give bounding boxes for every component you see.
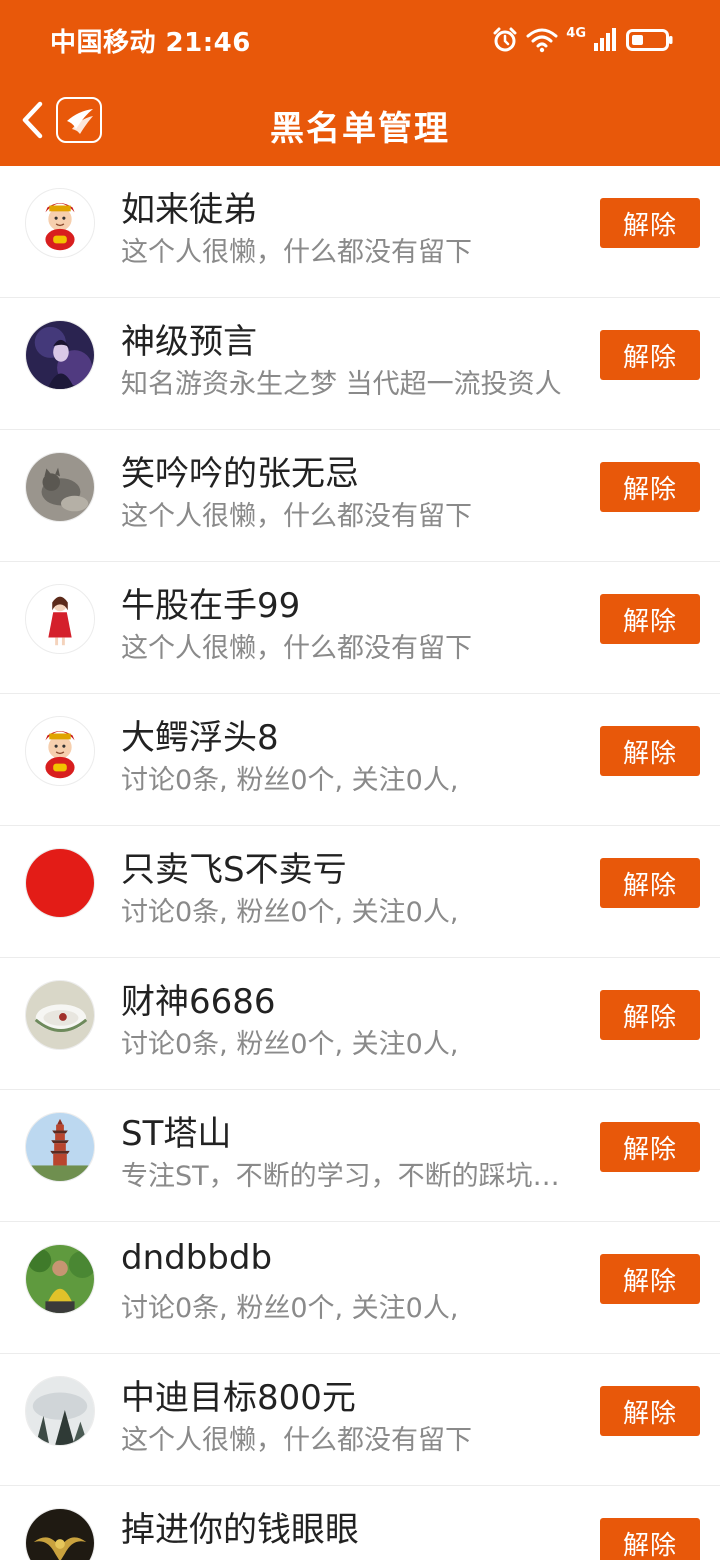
unblock-button[interactable]: 解除 [600,594,700,644]
unblock-button[interactable]: 解除 [600,990,700,1040]
unblock-button[interactable]: 解除 [600,1518,700,1560]
unblock-button[interactable]: 解除 [600,330,700,380]
user-description: 这个人很懒，什么都没有留下 [121,1425,472,1456]
list-item: ST塔山 专注ST，不断的学习，不断的踩坑中成长 解除 [0,1090,720,1222]
network-type-label: 4G [566,25,586,41]
avatar[interactable] [25,848,95,918]
user-name: 财神6686 [121,982,276,1022]
battery-icon [626,29,673,51]
pagoda-avatar [26,1113,94,1181]
user-name: 牛股在手99 [121,586,301,626]
user-name: 神级预言 [121,322,257,362]
avatar[interactable] [25,1508,95,1560]
status-icons: 4G [492,24,674,56]
red-dress-girl-avatar [26,585,94,653]
gray-cat-avatar [26,453,94,521]
golden-emblem-avatar [26,1509,94,1560]
user-description: 知名游资永生之梦 当代超一流投资人 [121,369,562,400]
app-screen: 中国移动 21:46 4G 黑名单管理 如来徒弟 这个人很懒，什么都没有留下 解… [0,0,720,1560]
user-name: 笑吟吟的张无忌 [121,454,359,494]
status-carrier-time: 中国移动 21:46 [50,28,251,58]
list-item: 笑吟吟的张无忌 这个人很懒，什么都没有留下 解除 [0,430,720,562]
list-item: 牛股在手99 这个人很懒，什么都没有留下 解除 [0,562,720,694]
unblock-button[interactable]: 解除 [600,462,700,512]
unblock-button[interactable]: 解除 [600,1386,700,1436]
avatar[interactable] [25,452,95,522]
avatar[interactable] [25,584,95,654]
red-circle-avatar [26,849,94,917]
user-name: ST塔山 [121,1114,232,1154]
user-description: 讨论0条, 粉丝0个, 关注0人, [121,1293,459,1324]
avatar[interactable] [25,188,95,258]
person-outdoor-avatar [26,1245,94,1313]
user-name: 中迪目标800元 [121,1378,356,1418]
list-item: 如来徒弟 这个人很懒，什么都没有留下 解除 [0,166,720,298]
unblock-button[interactable]: 解除 [600,198,700,248]
blacklist-list: 如来徒弟 这个人很懒，什么都没有留下 解除 神级预言 知名游资永生之梦 当代超一… [0,166,720,1560]
avatar[interactable] [25,1376,95,1446]
alarm-icon [493,27,517,52]
avatar[interactable] [25,716,95,786]
user-description: 讨论0条, 粉丝0个, 关注0人, [121,765,459,796]
list-item: 中迪目标800元 这个人很懒，什么都没有留下 解除 [0,1354,720,1486]
avatar[interactable] [25,1244,95,1314]
signal-icon [594,28,616,51]
list-item: dndbbdb 讨论0条, 粉丝0个, 关注0人, 解除 [0,1222,720,1354]
unblock-button[interactable]: 解除 [600,1122,700,1172]
nav-bar: 黑名单管理 [0,80,720,166]
caishen-avatar-icon [26,189,94,257]
user-description: 这个人很懒，什么都没有留下 [121,501,472,532]
unblock-button[interactable]: 解除 [600,858,700,908]
user-name: 只卖飞S不卖亏 [121,850,347,890]
wifi-icon [526,28,558,53]
avatar[interactable] [25,980,95,1050]
status-bar: 中国移动 21:46 4G [0,0,720,80]
user-name: 大鳄浮头8 [121,718,279,758]
caishen-avatar-icon [26,717,94,785]
user-description: 讨论0条, 粉丝0个, 关注0人, [121,897,459,928]
page-title: 黑名单管理 [270,109,450,149]
top-header: 中国移动 21:46 4G 黑名单管理 [0,0,720,166]
list-item: 只卖飞S不卖亏 讨论0条, 粉丝0个, 关注0人, 解除 [0,826,720,958]
avatar[interactable] [25,320,95,390]
user-name: 如来徒弟 [121,190,257,230]
list-item: 掉进你的钱眼眼 解除 [0,1486,720,1560]
unblock-button[interactable]: 解除 [600,1254,700,1304]
user-description: 讨论0条, 粉丝0个, 关注0人, [121,1029,459,1060]
user-description: 这个人很懒，什么都没有留下 [121,633,472,664]
user-description: 专注ST，不断的学习，不断的踩坑中成长 [121,1161,581,1192]
list-item: 财神6686 讨论0条, 粉丝0个, 关注0人, 解除 [0,958,720,1090]
user-description: 这个人很懒，什么都没有留下 [121,237,472,268]
list-item: 大鳄浮头8 讨论0条, 粉丝0个, 关注0人, 解除 [0,694,720,826]
night-figure-avatar [26,321,94,389]
user-name: 掉进你的钱眼眼 [121,1510,359,1550]
unblock-button[interactable]: 解除 [600,726,700,776]
bowl-avatar [26,981,94,1049]
misty-tree-avatar [26,1377,94,1445]
user-name: dndbbdb [121,1238,273,1278]
list-item: 神级预言 知名游资永生之梦 当代超一流投资人 解除 [0,298,720,430]
avatar[interactable] [25,1112,95,1182]
